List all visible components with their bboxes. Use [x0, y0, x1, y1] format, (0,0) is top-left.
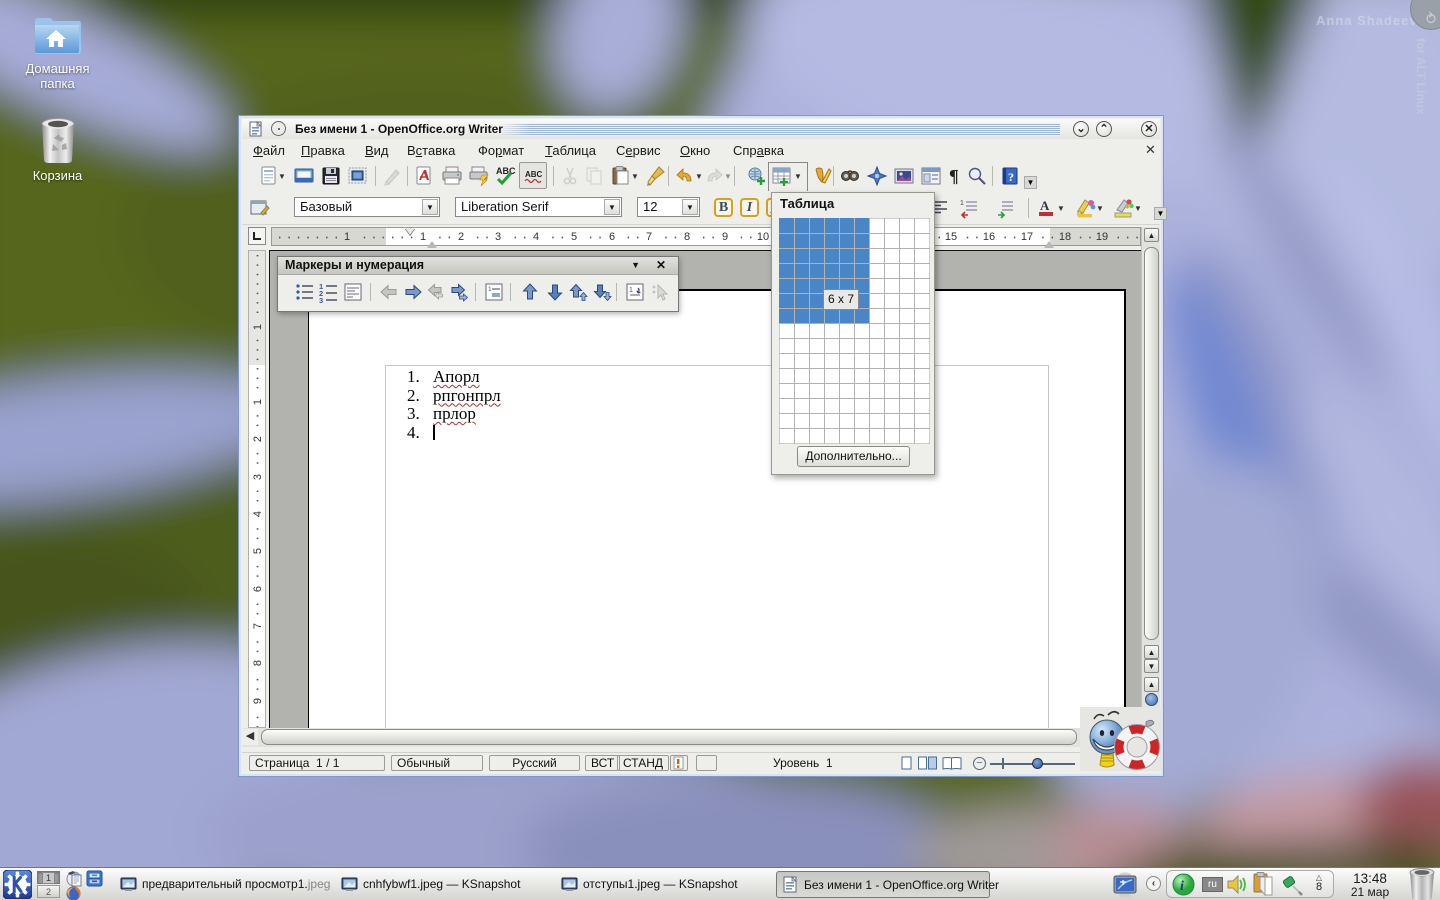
svg-text:i: i: [1180, 879, 1184, 894]
